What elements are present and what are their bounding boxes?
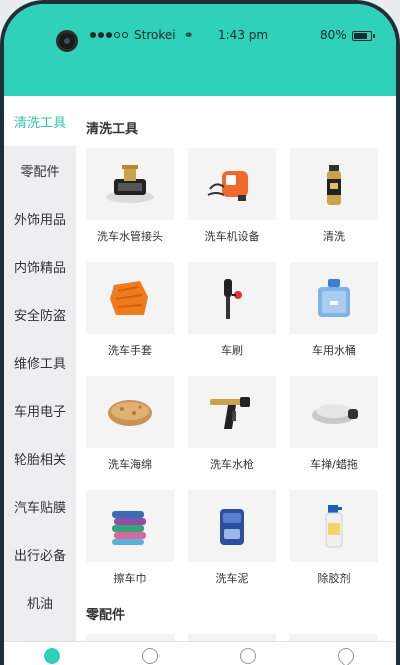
clay-bar-icon (188, 490, 276, 562)
product-thumb-partial (290, 634, 378, 641)
header-bar: Strokei ⚭ 1:43 pm 80% (4, 4, 396, 96)
carrier-name: Strokei (134, 28, 176, 42)
signal-indicator: Strokei ⚭ (90, 28, 194, 42)
water-gun-icon (188, 376, 276, 448)
sidebar-item-window-film[interactable]: 汽车贴膜 (4, 482, 76, 530)
wash-glove-icon (86, 262, 174, 334)
hose-connector-icon (86, 148, 174, 220)
home-tab-icon[interactable] (44, 648, 60, 664)
product-label: 擦车巾 (113, 572, 147, 585)
duster-icon (290, 376, 378, 448)
product-label: 洗车海绵 (108, 458, 152, 471)
washer-machine-icon (188, 148, 276, 220)
sidebar-item-cleaning-tools[interactable]: 清洗工具 (4, 96, 76, 146)
category-sidebar: 清洗工具 零配件 外饰用品 内饰精品 安全防盗 维修工具 车用电子 轮胎相关 汽… (4, 96, 76, 641)
car-brush-icon (188, 262, 276, 334)
product-label: 洗车手套 (108, 344, 152, 357)
adhesive-remover-icon (290, 490, 378, 562)
signal-dot-icon (98, 32, 104, 38)
product-item[interactable]: 洗车手套 (86, 262, 174, 376)
sidebar-item-tires[interactable]: 轮胎相关 (4, 434, 76, 482)
product-item[interactable]: 车刷 (188, 262, 276, 376)
signal-dot-icon (90, 32, 96, 38)
sidebar-item-repair-tools[interactable]: 维修工具 (4, 338, 76, 386)
product-label: 洗车水管接头 (97, 230, 163, 243)
wifi-icon: ⚭ (183, 28, 194, 42)
water-bucket-icon (290, 262, 378, 334)
product-label: 清洗 (323, 230, 345, 243)
sidebar-item-parts[interactable]: 零配件 (4, 146, 76, 194)
product-label: 车用水桶 (312, 344, 356, 357)
battery-icon (352, 31, 375, 41)
product-item[interactable]: 洗车水管接头 (86, 148, 174, 262)
sidebar-item-interior[interactable]: 内饰精品 (4, 242, 76, 290)
sidebar-item-exterior[interactable]: 外饰用品 (4, 194, 76, 242)
product-item[interactable]: 洗车泥 (188, 490, 276, 604)
spray-can-icon (290, 148, 378, 220)
product-thumb-partial (188, 634, 276, 641)
screen: Strokei ⚭ 1:43 pm 80% 清洗工具 零配件 外饰用品 内饰精品… (4, 4, 396, 665)
product-label: 洗车水枪 (210, 458, 254, 471)
towel-icon (86, 490, 174, 562)
partial-product-row (86, 634, 378, 641)
location-tab-icon[interactable] (334, 644, 358, 665)
sidebar-item-electronics[interactable]: 车用电子 (4, 386, 76, 434)
product-item[interactable]: 洗车海绵 (86, 376, 174, 490)
product-label: 洗车机设备 (204, 230, 260, 243)
signal-dot-empty-icon (122, 32, 128, 38)
phone-frame: Strokei ⚭ 1:43 pm 80% 清洗工具 零配件 外饰用品 内饰精品… (0, 0, 400, 665)
sidebar-item-security[interactable]: 安全防盗 (4, 290, 76, 338)
battery-percent: 80% (320, 28, 347, 42)
signal-dot-icon (106, 32, 112, 38)
product-thumb-partial (86, 634, 174, 641)
product-item[interactable]: 车掸/蜡拖 (290, 376, 378, 490)
product-label: 洗车泥 (215, 572, 249, 585)
sponge-icon (86, 376, 174, 448)
clock: 1:43 pm (218, 28, 269, 42)
bottom-tab-bar (4, 641, 396, 665)
category-tab-icon[interactable] (142, 648, 158, 664)
product-item[interactable]: 车用水桶 (290, 262, 378, 376)
product-item[interactable]: 擦车巾 (86, 490, 174, 604)
product-content: 清洗工具 洗车水管接头 洗车机设备 清洗 洗车手套 车刷 车用水桶 洗车海绵 洗… (76, 96, 396, 641)
signal-dot-empty-icon (114, 32, 120, 38)
section-title: 零配件 (86, 608, 126, 623)
product-item[interactable]: 洗车机设备 (188, 148, 276, 262)
product-label: 车掸/蜡拖 (310, 458, 358, 471)
discover-tab-icon[interactable] (240, 648, 256, 664)
sidebar-item-travel[interactable]: 出行必备 (4, 530, 76, 578)
product-label: 车刷 (221, 344, 243, 357)
sidebar-item-oil[interactable]: 机油 (4, 578, 76, 626)
status-bar: Strokei ⚭ 1:43 pm 80% (4, 28, 396, 46)
product-grid: 洗车水管接头 洗车机设备 清洗 洗车手套 车刷 车用水桶 洗车海绵 洗车水枪 车… (86, 148, 378, 604)
section-title: 清洗工具 (86, 122, 139, 137)
product-label: 除胶剂 (317, 572, 351, 585)
product-item[interactable]: 清洗 (290, 148, 378, 262)
product-item[interactable]: 洗车水枪 (188, 376, 276, 490)
product-item[interactable]: 除胶剂 (290, 490, 378, 604)
